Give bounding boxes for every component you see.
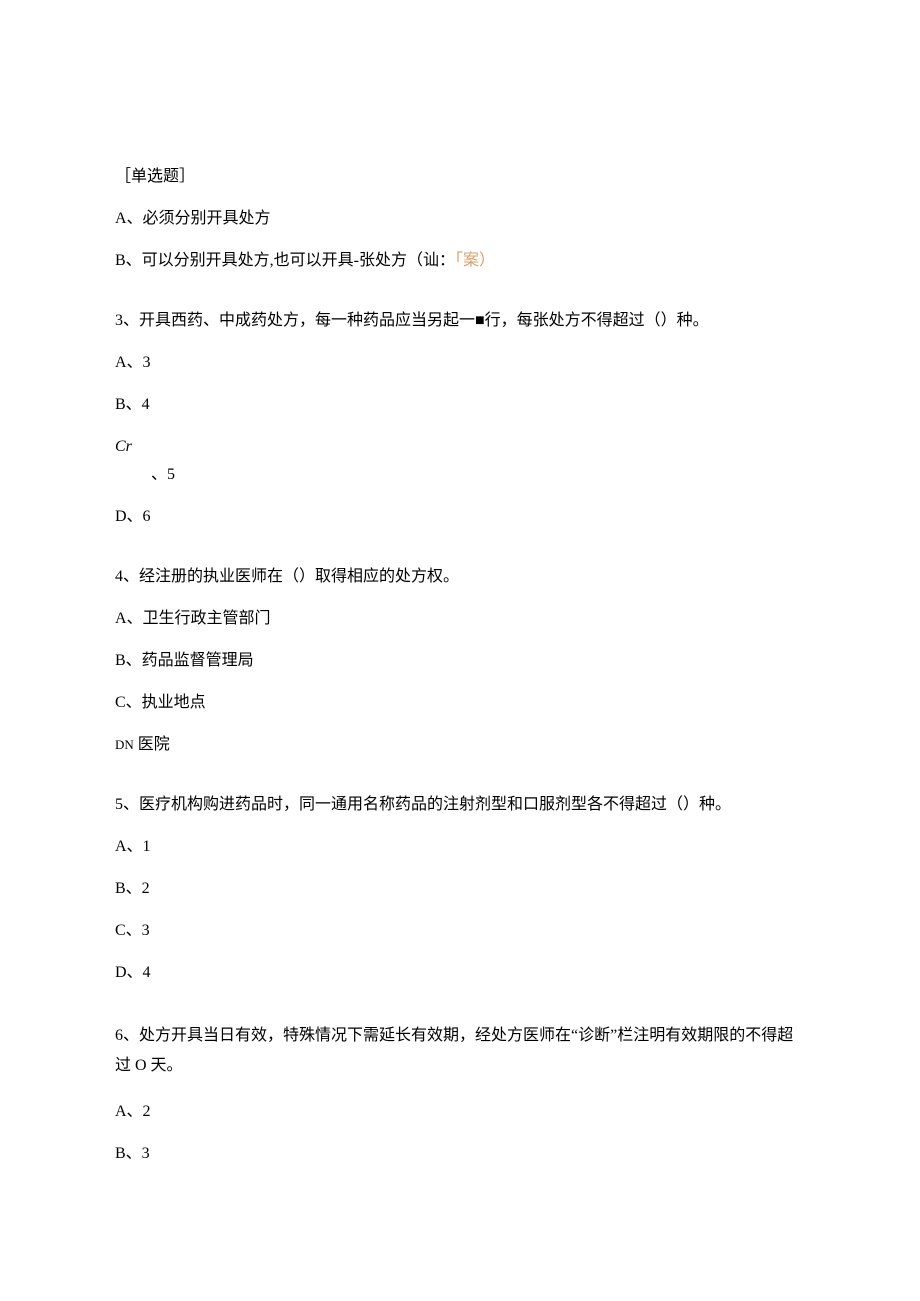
q3-option-c-cr: Cr	[115, 438, 132, 455]
q3-text: 3、开具西药、中成药处方，每一种药品应当另起一■行，每张处方不得超过（）种。	[115, 309, 805, 333]
q4-option-a: A、卫生行政主管部门	[115, 607, 805, 631]
q3-option-c-value: 、5	[151, 463, 805, 487]
q5-text: 5、医疗机构购进药品时，同一通用名称药品的注射剂型和口服剂型各不得超过（）种。	[115, 793, 805, 817]
q3-option-a: A、3	[115, 351, 805, 375]
q6-option-a: A、2	[115, 1100, 805, 1124]
q3-option-c-label: Cr	[115, 435, 805, 459]
q3-option-d: D、6	[115, 505, 805, 529]
question-type-tag: ［单选题］	[115, 165, 805, 189]
q5-option-c: C、3	[115, 919, 805, 943]
q2-answer-hint: 「案）	[455, 252, 495, 269]
q6-text: 6、处方开具当日有效，特殊情况下需延长有效期，经处方医师在“诊断”栏注明有效期限…	[115, 1021, 805, 1082]
q5-option-a: A、1	[115, 835, 805, 859]
q5-option-b: B、2	[115, 877, 805, 901]
q4-option-b: B、药品监督管理局	[115, 649, 805, 673]
q4-option-d-value: 医院	[134, 736, 170, 753]
q4-text: 4、经注册的执业医师在（）取得相应的处方权。	[115, 565, 805, 589]
document-page: ［单选题］ A、必须分别开具处方 B、可以分别开具处方,也可以开具-张处方（讪：…	[0, 0, 920, 1284]
q2-option-b: B、可以分别开具处方,也可以开具-张处方（讪：「案）	[115, 249, 805, 273]
q6-option-b: B、3	[115, 1142, 805, 1166]
q4-option-d-label: DN	[115, 737, 134, 752]
q3-option-b: B、4	[115, 393, 805, 417]
q2-option-a: A、必须分别开具处方	[115, 207, 805, 231]
q4-option-d: DN 医院	[115, 733, 805, 757]
q5-option-d: D、4	[115, 961, 805, 985]
q2-option-b-text: B、可以分别开具处方,也可以开具-张处方（讪：	[115, 252, 455, 269]
q4-option-c: C、执业地点	[115, 691, 805, 715]
